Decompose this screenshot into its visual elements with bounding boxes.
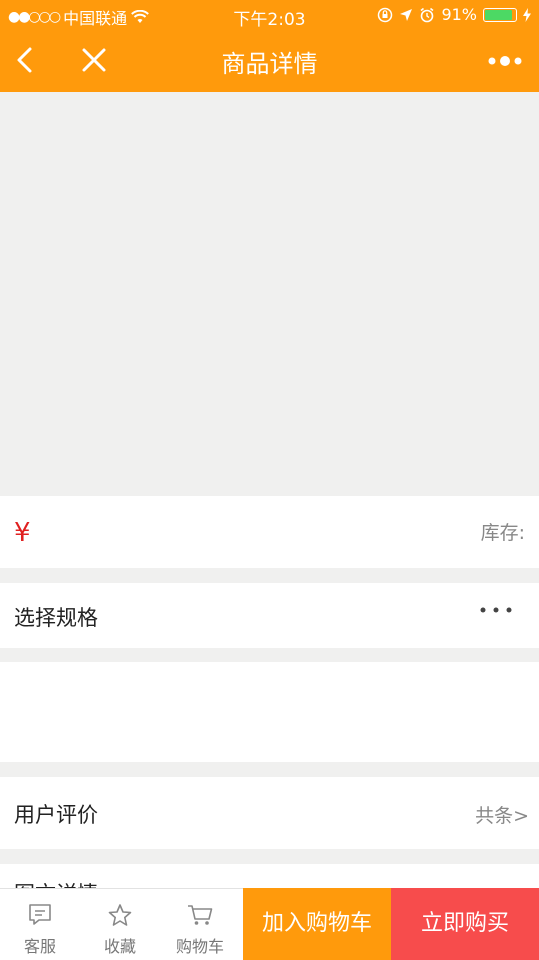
select-spec-row[interactable]: 选择规格	[0, 583, 539, 648]
status-bar: ●●○○○ 中国联通 下午2:03 91%	[0, 0, 539, 30]
review-count: 共条>	[475, 805, 529, 827]
user-reviews-label: 用户评价	[14, 803, 98, 827]
battery-level-fill	[485, 9, 512, 20]
add-to-cart-button[interactable]: 加入购物车	[243, 888, 391, 960]
user-reviews-row[interactable]: 用户评价 共条>	[0, 777, 539, 849]
customer-service-button[interactable]: 客服	[0, 889, 80, 960]
price-currency-symbol: ¥	[14, 518, 31, 548]
charging-bolt-icon	[523, 7, 531, 22]
customer-service-label: 客服	[23, 937, 56, 956]
orientation-lock-icon	[378, 7, 393, 22]
navigation-bar: 商品详情	[0, 30, 539, 92]
ellipsis-icon	[480, 607, 512, 613]
page-title: 商品详情	[221, 50, 318, 78]
star-icon	[108, 904, 132, 926]
product-image-area	[0, 92, 539, 496]
product-info-box	[0, 662, 539, 762]
alarm-icon	[420, 7, 434, 22]
stock-label: 库存:	[480, 522, 525, 544]
battery-icon	[483, 7, 517, 22]
battery-percent: 91%	[441, 5, 477, 24]
chat-icon	[29, 904, 51, 925]
product-detail-page: ●●○○○ 中国联通 下午2:03 91% 商品详情 ¥ 库存: 选择规格 用户…	[0, 0, 539, 960]
cart-button[interactable]: 购物车	[160, 889, 240, 960]
location-arrow-icon	[400, 8, 413, 21]
buy-now-button[interactable]: 立即购买	[391, 888, 539, 960]
cart-label: 购物车	[175, 937, 224, 956]
favorite-button[interactable]: 收藏	[80, 889, 160, 960]
select-spec-label: 选择规格	[14, 606, 98, 630]
favorite-label: 收藏	[103, 937, 136, 956]
more-options-icon[interactable]	[487, 54, 523, 68]
shopping-cart-icon	[188, 905, 213, 925]
price-row: ¥ 库存:	[0, 496, 539, 568]
